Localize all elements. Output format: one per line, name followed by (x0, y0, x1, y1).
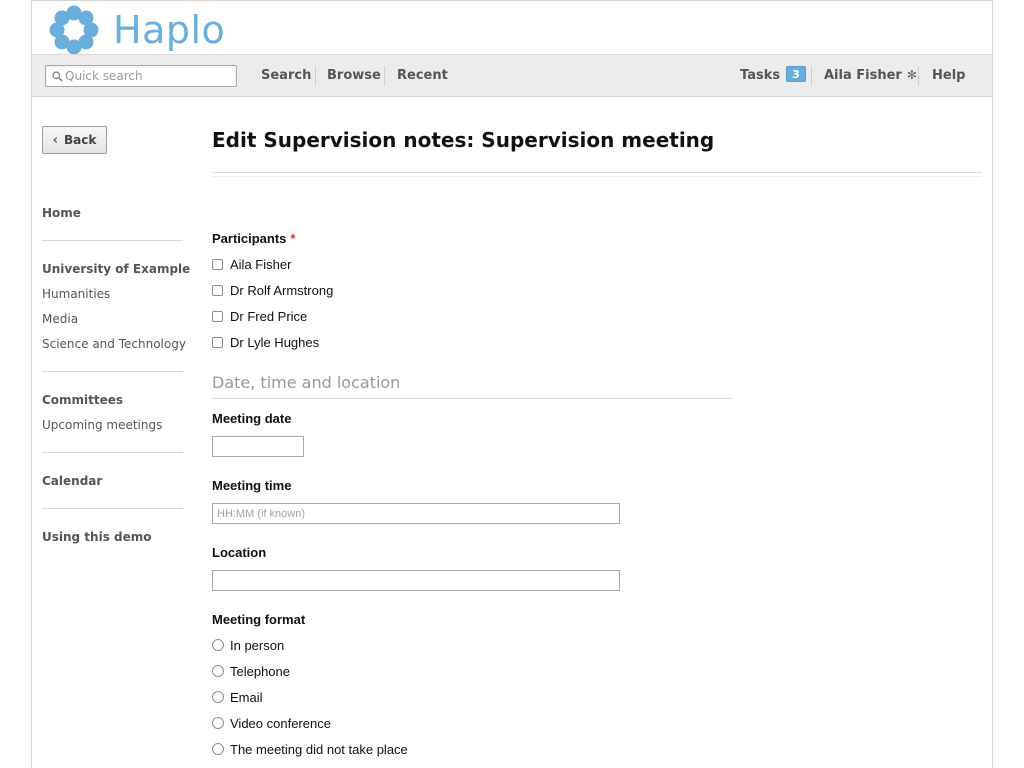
sidebar-divider (42, 240, 183, 241)
page-title: Edit Supervision notes: Supervision meet… (212, 128, 715, 152)
participant-name: Dr Rolf Armstrong (230, 282, 334, 298)
checkbox[interactable] (212, 310, 223, 322)
tasks-count-badge: 3 (786, 66, 806, 82)
participant-checkbox-option[interactable]: Dr Rolf Armstrong (212, 282, 333, 298)
chevron-left-icon: ‹ (52, 132, 58, 148)
nav-separator (315, 66, 316, 86)
checkbox[interactable] (212, 284, 223, 296)
back-button[interactable]: ‹ Back (42, 126, 107, 154)
radio-button[interactable] (212, 743, 224, 755)
haplo-flower-icon (49, 5, 99, 55)
sidebar-item-science-technology[interactable]: Science and Technology (42, 337, 186, 351)
meeting-format-radio-option[interactable]: In person (212, 637, 284, 653)
required-marker: * (290, 231, 296, 246)
sidebar-item-university[interactable]: University of Example (42, 262, 190, 276)
participant-name: Aila Fisher (230, 256, 292, 272)
meeting-time-input[interactable] (212, 503, 620, 524)
top-nav-bar: Search Browse Recent Tasks 3 Aila Fisher ✻… (32, 54, 992, 97)
title-divider (212, 172, 982, 177)
nav-recent-link[interactable]: Recent (397, 55, 448, 96)
meeting-format-radio-option[interactable]: Video conference (212, 715, 331, 731)
participant-checkbox-option[interactable]: Dr Lyle Hughes (212, 334, 319, 350)
nav-separator (384, 66, 385, 86)
app-logo[interactable]: Haplo (49, 5, 225, 55)
sidebar-item-media[interactable]: Media (42, 312, 78, 326)
nav-separator (918, 66, 919, 86)
meeting-time-label: Meeting time (212, 478, 292, 493)
quick-search-box[interactable] (45, 65, 237, 87)
sidebar-divider (42, 452, 183, 453)
nav-tasks-link[interactable]: Tasks 3 (740, 55, 806, 96)
radio-button[interactable] (212, 717, 224, 729)
meeting-format-option-label: Telephone (230, 663, 290, 679)
section-divider (212, 398, 732, 399)
nav-separator (811, 66, 812, 86)
sidebar-item-calendar[interactable]: Calendar (42, 474, 102, 488)
meeting-format-radio-option[interactable]: Telephone (212, 663, 290, 679)
meeting-format-option-label: Video conference (230, 715, 331, 731)
radio-button[interactable] (212, 639, 224, 651)
participant-name: Dr Fred Price (230, 308, 308, 324)
sidebar-item-home[interactable]: Home (42, 206, 81, 220)
page-frame: Haplo Search Browse Recent Tasks 3 Aila F… (31, 0, 993, 768)
app-name: Haplo (113, 8, 226, 52)
nav-browse-link[interactable]: Browse (327, 55, 381, 96)
back-button-label: Back (64, 133, 97, 147)
sidebar-item-upcoming-meetings[interactable]: Upcoming meetings (42, 418, 162, 432)
participants-label-text: Participants (212, 231, 287, 246)
search-icon (50, 69, 64, 83)
quick-search-input[interactable] (64, 67, 234, 85)
user-menu[interactable]: Aila Fisher ✻ (824, 55, 917, 96)
gear-icon: ✻ (906, 68, 917, 82)
participant-checkbox-option[interactable]: Aila Fisher (212, 256, 291, 272)
meeting-format-option-label: In person (230, 637, 285, 653)
radio-button[interactable] (212, 665, 224, 677)
section-heading-date-time-location: Date, time and location (212, 373, 401, 392)
radio-button[interactable] (212, 691, 224, 703)
checkbox[interactable] (212, 258, 223, 270)
checkbox[interactable] (212, 336, 223, 348)
meeting-format-option-label: Email (230, 689, 263, 705)
meeting-format-option-label: The meeting did not take place (230, 741, 408, 757)
participant-name: Dr Lyle Hughes (230, 334, 320, 350)
meeting-date-label: Meeting date (212, 411, 292, 426)
meeting-format-radio-option[interactable]: The meeting did not take place (212, 741, 408, 757)
meeting-format-radio-option[interactable]: Email (212, 689, 263, 705)
sidebar-item-using-demo[interactable]: Using this demo (42, 530, 152, 544)
meeting-date-input[interactable] (212, 436, 304, 457)
sidebar-divider (42, 371, 183, 372)
location-label: Location (212, 545, 267, 560)
nav-help-link[interactable]: Help (932, 55, 965, 96)
sidebar-divider (42, 508, 183, 509)
nav-search-link[interactable]: Search (261, 55, 311, 96)
meeting-format-label: Meeting format (212, 612, 306, 627)
participants-label: Participants * (212, 231, 295, 246)
location-input[interactable] (212, 570, 620, 591)
tasks-label: Tasks (740, 68, 781, 83)
participant-checkbox-option[interactable]: Dr Fred Price (212, 308, 307, 324)
sidebar-item-committees[interactable]: Committees (42, 393, 123, 407)
sidebar-item-humanities[interactable]: Humanities (42, 287, 110, 301)
user-name: Aila Fisher (824, 68, 902, 83)
